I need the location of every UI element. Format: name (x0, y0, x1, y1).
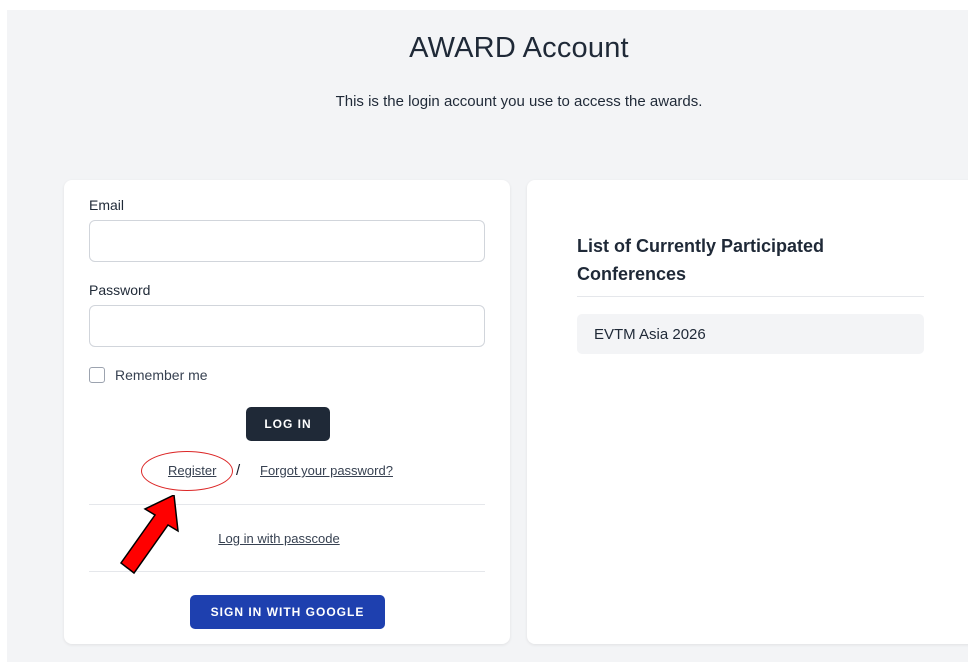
email-label: Email (89, 197, 125, 213)
remember-me-label: Remember me (115, 367, 208, 383)
page-subtitle: This is the login account you use to acc… (335, 93, 703, 110)
conference-item-label: EVTM Asia 2026 (594, 325, 706, 343)
annotation-arrow-icon (119, 495, 179, 575)
remember-me-checkbox[interactable] (89, 367, 105, 383)
page-title: AWARD Account (409, 32, 629, 64)
log-in-button[interactable]: LOG IN (246, 407, 330, 441)
links-separator: / (236, 462, 241, 479)
password-input[interactable] (89, 305, 485, 347)
password-label: Password (89, 282, 151, 298)
email-input[interactable] (89, 220, 485, 262)
conferences-card: List of Currently Participated Conferenc… (527, 180, 968, 644)
forgot-password-link[interactable]: Forgot your password? (260, 463, 393, 478)
conferences-title: List of Currently Participated Conferenc… (577, 236, 825, 284)
conferences-divider (577, 296, 924, 297)
register-link[interactable]: Register (168, 463, 216, 478)
log-in-with-passcode-link[interactable]: Log in with passcode (218, 531, 339, 546)
conference-item[interactable]: EVTM Asia 2026 (577, 314, 924, 354)
remember-me-row[interactable]: Remember me (89, 367, 208, 383)
account-links-row: Register / Forgot your password? (64, 451, 510, 491)
sign-in-with-google-button[interactable]: SIGN IN WITH GOOGLE (190, 595, 385, 629)
